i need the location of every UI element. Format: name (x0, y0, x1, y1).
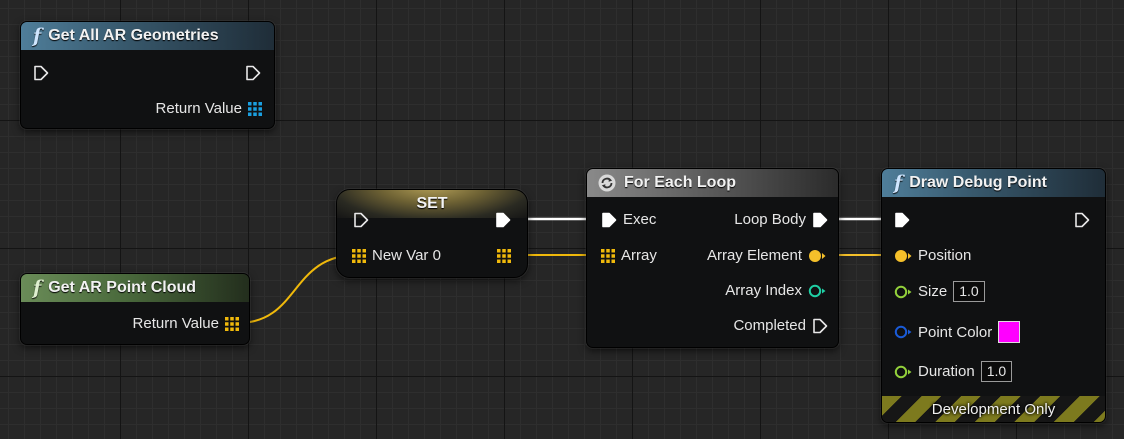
exec-pin-icon (602, 212, 617, 227)
pin-label: Position (918, 247, 972, 264)
pin-label: Array Index (725, 282, 802, 299)
array-out-pin-icon[interactable] (497, 249, 511, 263)
pin-label: Loop Body (734, 211, 806, 228)
new-var-input-pin[interactable]: New Var 0 (352, 247, 447, 264)
point-color-input-pin[interactable]: Point Color (894, 321, 1021, 343)
pin-label: Return Value (132, 315, 219, 332)
node-header[interactable]: For Each Loop (587, 169, 838, 197)
node-header[interactable]: f Draw Debug Point (882, 169, 1105, 197)
exec-pin-icon (813, 212, 828, 227)
completed-output-pin[interactable]: Completed (727, 317, 828, 334)
loop-body-output-pin[interactable]: Loop Body (728, 211, 828, 228)
exec-out-pin-icon[interactable] (1074, 212, 1090, 228)
array-input-pin[interactable]: Array (601, 247, 663, 264)
node-title: For Each Loop (624, 174, 736, 191)
node-for-each-loop[interactable]: For Each Loop Exec Array Loop Body Array… (586, 168, 839, 348)
duration-value-field[interactable]: 1.0 (980, 361, 1013, 382)
exec-out-pin-icon[interactable] (245, 65, 261, 81)
function-icon: f (33, 277, 42, 299)
size-value-field[interactable]: 1.0 (953, 281, 985, 302)
node-title: Get AR Point Cloud (48, 279, 197, 296)
float-pin-icon (894, 285, 912, 298)
node-title: Get All AR Geometries (48, 27, 219, 44)
exec-in-pin-icon[interactable] (894, 212, 910, 228)
pin-label: Array Element (706, 247, 802, 264)
exec-in-pin-icon[interactable] (353, 212, 369, 228)
loop-icon (598, 174, 616, 192)
exec-out-pin-icon[interactable] (495, 212, 511, 228)
node-header[interactable]: f Get All AR Geometries (21, 22, 274, 50)
node-header[interactable]: f Get AR Point Cloud (21, 274, 249, 302)
exec-pin-icon (813, 318, 828, 333)
return-value-pin[interactable]: Return Value (127, 315, 239, 332)
size-input-pin[interactable]: Size 1.0 (894, 281, 985, 302)
duration-input-pin[interactable]: Duration 1.0 (894, 361, 1013, 382)
node-draw-debug-point[interactable]: f Draw Debug Point Position Size 1.0 Poi… (881, 168, 1106, 423)
return-value-pin[interactable]: Return Value (150, 100, 262, 117)
node-title: SET (416, 195, 448, 212)
node-get-all-ar-geometries[interactable]: f Get All AR Geometries Return Value (20, 21, 275, 129)
function-icon: f (33, 25, 42, 47)
pin-label: Completed (733, 317, 806, 334)
pin-label: Exec (623, 211, 657, 228)
color-pin-icon (894, 325, 912, 339)
array-pin-icon (352, 248, 366, 263)
development-only-footer: Development Only (882, 396, 1105, 422)
exec-in-pin-icon[interactable] (33, 65, 49, 81)
pin-label: Point Color (918, 323, 993, 341)
footer-label: Development Only (931, 400, 1056, 418)
function-icon: f (894, 172, 903, 194)
array-index-output-pin[interactable]: Array Index (719, 282, 826, 299)
exec-input-pin[interactable]: Exec (601, 211, 662, 228)
pin-label: Duration (918, 363, 975, 380)
node-set-variable[interactable]: SET New Var 0 (336, 189, 528, 278)
pin-label: Array (621, 247, 657, 264)
pin-label: Return Value (155, 100, 242, 117)
struct-pin-icon (809, 249, 826, 262)
pin-label: New Var 0 (372, 247, 441, 264)
array-pin-icon (225, 316, 239, 331)
point-color-swatch[interactable] (998, 321, 1021, 343)
array-element-output-pin[interactable]: Array Element (701, 247, 826, 264)
array-pin-icon (601, 248, 615, 263)
integer-pin-icon (808, 284, 826, 297)
float-pin-icon (894, 365, 912, 378)
pin-label: Size (918, 283, 948, 300)
node-title: Draw Debug Point (909, 174, 1047, 191)
array-pin-icon (248, 101, 262, 116)
vector-pin-icon (895, 249, 912, 262)
position-input-pin[interactable]: Position (894, 247, 977, 264)
node-get-ar-point-cloud[interactable]: f Get AR Point Cloud Return Value (20, 273, 250, 345)
